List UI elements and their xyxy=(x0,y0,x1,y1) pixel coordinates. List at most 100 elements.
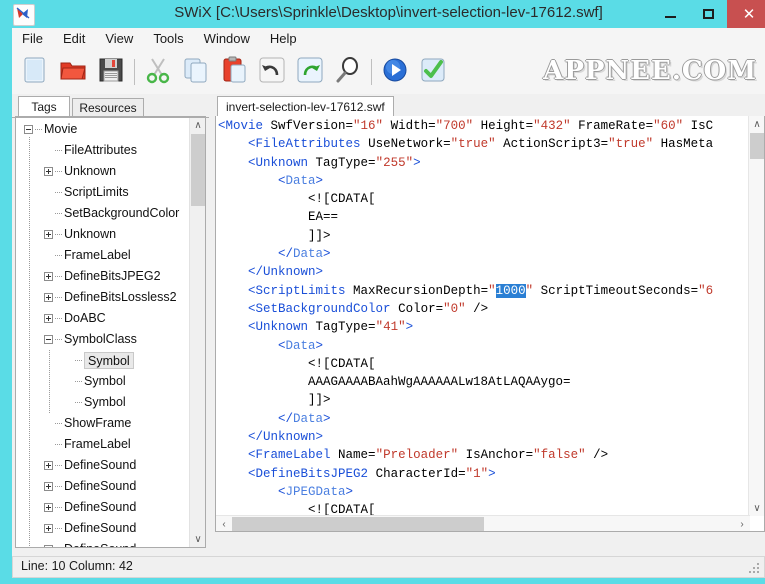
editor-hscroll-thumb[interactable] xyxy=(232,517,484,531)
tree-item[interactable]: Unknown xyxy=(16,224,188,245)
tree-item[interactable]: SymbolClass xyxy=(16,329,188,350)
tree-vertical-scrollbar[interactable]: ∧ ∨ xyxy=(189,117,205,547)
editor-scroll-down-icon[interactable]: ∨ xyxy=(749,500,764,516)
code-token: < xyxy=(248,283,256,298)
editor-vscroll-thumb[interactable] xyxy=(750,133,764,159)
tree-item[interactable]: SetBackgroundColor xyxy=(16,203,188,224)
paste-button[interactable] xyxy=(215,53,253,91)
cut-button[interactable] xyxy=(139,53,177,91)
tree-item[interactable]: ScriptLimits xyxy=(16,182,188,203)
tree-item-label: DoABC xyxy=(64,311,106,325)
menu-tools[interactable]: Tools xyxy=(143,29,193,49)
close-button[interactable]: ✕ xyxy=(727,0,765,28)
menu-window[interactable]: Window xyxy=(194,29,260,49)
tree-scroll-thumb[interactable] xyxy=(191,134,205,206)
undo-arrow-icon xyxy=(257,55,287,90)
code-token: Data xyxy=(293,411,324,426)
menu-help[interactable]: Help xyxy=(260,29,307,49)
tree-connector xyxy=(55,234,62,235)
tree-expand-icon[interactable] xyxy=(44,272,53,281)
code-token: < xyxy=(248,448,256,463)
tree-item[interactable]: FrameLabel xyxy=(16,245,188,266)
open-file-button[interactable] xyxy=(54,53,92,91)
code-token: < xyxy=(278,484,286,499)
tree-item[interactable]: Symbol xyxy=(16,392,188,413)
tree-item-label: DefineSound xyxy=(64,521,137,535)
tree-item[interactable]: Symbol xyxy=(16,371,188,392)
tree-item[interactable]: DefineSound xyxy=(16,455,188,476)
new-file-button[interactable] xyxy=(16,53,54,91)
tree-expand-icon[interactable] xyxy=(44,503,53,512)
copy-button[interactable] xyxy=(177,53,215,91)
undo-button[interactable] xyxy=(253,53,291,91)
validate-button[interactable] xyxy=(414,53,452,91)
code-line: </Data> xyxy=(218,245,738,263)
tree-item[interactable]: FrameLabel xyxy=(16,434,188,455)
tree-connector xyxy=(55,276,62,277)
code-token: Data xyxy=(293,247,324,262)
tree-expand-icon[interactable] xyxy=(44,293,53,302)
find-button[interactable] xyxy=(329,53,367,91)
maximize-button[interactable] xyxy=(689,0,727,28)
editor-scroll-left-icon[interactable]: ‹ xyxy=(216,516,232,531)
code-token: "16" xyxy=(353,119,384,133)
tree-expand-icon[interactable] xyxy=(44,167,53,176)
tree-expand-icon[interactable] xyxy=(44,461,53,470)
xml-editor[interactable]: <Movie SwfVersion="16" Width="700" Heigh… xyxy=(215,116,765,532)
tree-item[interactable]: Movie xyxy=(16,119,188,140)
resize-grip[interactable] xyxy=(749,563,761,575)
editor-scroll-right-icon[interactable]: › xyxy=(734,516,750,531)
cut-scissors-icon xyxy=(143,55,173,90)
menu-view[interactable]: View xyxy=(95,29,143,49)
tree-connector xyxy=(55,465,62,466)
tree-collapse-icon[interactable] xyxy=(24,125,33,134)
tree-scroll-up-icon[interactable]: ∧ xyxy=(190,117,205,133)
tree-item-label: ScriptLimits xyxy=(64,185,129,199)
code-line: <SetBackgroundColor Color="0" /> xyxy=(218,300,738,318)
code-token: EA== xyxy=(308,210,339,225)
code-line: <![CDATA[ xyxy=(218,190,738,208)
menu-edit[interactable]: Edit xyxy=(53,29,95,49)
tree-expand-icon[interactable] xyxy=(44,482,53,491)
tree-item[interactable]: DoABC xyxy=(16,308,188,329)
save-button[interactable] xyxy=(92,53,130,91)
code-token: ]]> xyxy=(308,393,331,408)
tree-item[interactable]: DefineSound xyxy=(16,539,188,547)
new-file-icon xyxy=(20,55,50,90)
code-line: <JPEGData> xyxy=(218,483,738,501)
code-token: > xyxy=(345,484,354,499)
tree-item[interactable]: Symbol xyxy=(16,350,188,371)
tree-item-label: DefineSound xyxy=(64,500,137,514)
editor-scroll-up-icon[interactable]: ∧ xyxy=(749,116,764,132)
menu-file[interactable]: File xyxy=(12,29,53,49)
tab-tags[interactable]: Tags xyxy=(18,96,70,116)
tree-expand-icon[interactable] xyxy=(44,314,53,323)
tree-expand-icon[interactable] xyxy=(44,545,53,547)
document-tab-swf[interactable]: invert-selection-lev-17612.swf xyxy=(217,96,394,116)
tree-scroll-down-icon[interactable]: ∨ xyxy=(190,531,205,547)
tree-collapse-icon[interactable] xyxy=(44,335,53,344)
tree-item[interactable]: DefineBitsLossless2 xyxy=(16,287,188,308)
tree-item[interactable]: DefineSound xyxy=(16,476,188,497)
code-token: IsAnchor= xyxy=(458,448,534,463)
xml-source-text[interactable]: <Movie SwfVersion="16" Width="700" Heigh… xyxy=(218,117,738,531)
tree-item[interactable]: DefineSound xyxy=(16,518,188,539)
tree-item[interactable]: DefineBitsJPEG2 xyxy=(16,266,188,287)
tag-tree[interactable]: Movie FileAttributes Unknown ScriptLimits Se… xyxy=(15,116,206,548)
tree-item[interactable]: ShowFrame xyxy=(16,413,188,434)
tree-expand-icon[interactable] xyxy=(44,230,53,239)
redo-button[interactable] xyxy=(291,53,329,91)
editor-vertical-scrollbar[interactable]: ∧ ∨ xyxy=(748,116,764,516)
tab-resources[interactable]: Resources xyxy=(72,98,144,116)
tree-item-label: DefineSound xyxy=(64,479,137,493)
code-token: > xyxy=(405,320,414,335)
tree-item[interactable]: FileAttributes xyxy=(16,140,188,161)
minimize-button[interactable] xyxy=(651,0,689,28)
code-token: < xyxy=(248,466,256,481)
tree-expand-icon[interactable] xyxy=(44,524,53,533)
code-line: ]]> xyxy=(218,227,738,245)
tree-item[interactable]: DefineSound xyxy=(16,497,188,518)
editor-horizontal-scrollbar[interactable]: ‹ › xyxy=(216,515,750,531)
tree-item[interactable]: Unknown xyxy=(16,161,188,182)
run-button[interactable] xyxy=(376,53,414,91)
